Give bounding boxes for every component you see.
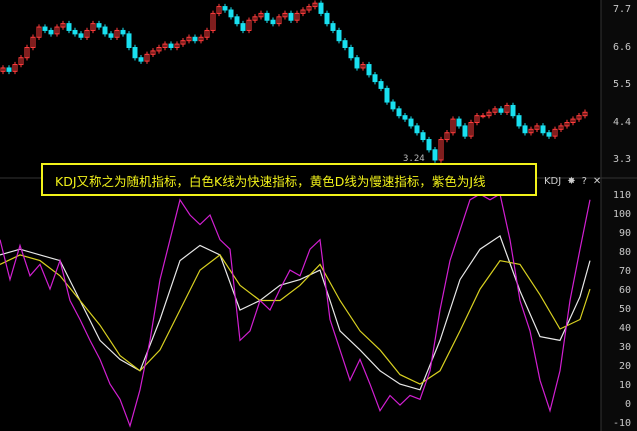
candle-down [510,104,516,117]
price-tick-label: 5.5 [612,79,631,90]
candle-down [384,87,390,103]
candle-down [318,2,324,14]
candle-down [408,118,414,127]
candle-down [48,29,54,35]
stock-chart [0,0,637,431]
candle-down [228,9,234,18]
kdj-tick-label: 80 [618,247,631,258]
candle-down [522,125,528,134]
kdj-tick-label: 50 [618,304,631,315]
kdj-tick-label: 60 [618,285,631,296]
candle-down [78,33,84,38]
candle-down [420,132,426,141]
gear-icon[interactable]: ✸ [567,176,575,187]
kdj-tick-label: 100 [612,209,631,220]
candle-down [348,47,354,59]
candle-down [72,29,78,35]
candle-down [96,23,102,28]
kdj-tick-label: 90 [618,228,631,239]
help-icon[interactable]: ? [582,176,587,187]
candle-down [396,108,402,117]
candle-down [132,47,138,59]
series-k-line [0,234,591,391]
candle-down [462,125,468,137]
candle-down [378,81,384,89]
candle-down [402,115,408,120]
candle-down [342,40,348,49]
candle-down [234,16,240,25]
price-tick-label: 3.3 [612,154,631,165]
candle-down [366,64,372,76]
candle-down [330,23,336,31]
candle-down [270,19,276,25]
indicator-toolbar: KDJ ✸ ? ✕ [544,176,601,187]
candle-down [432,149,438,161]
candle-down [336,29,342,42]
kdj-tick-label: 40 [618,323,631,334]
candle-down [456,118,462,127]
candle-down [126,33,132,48]
kdj-tick-label: 10 [618,380,631,391]
candle-down [120,29,126,35]
kdj-tooltip: KDJ又称之为随机指标，白色K线为快速指标，黄色D线为慢速指标，紫色为J线 [41,163,537,196]
kdj-tick-label: 30 [618,342,631,353]
candle-down [6,67,12,72]
candle-down [498,108,504,113]
candle-down [222,6,228,11]
candle-down [540,125,546,134]
candle-down [546,132,552,137]
candle-down [168,43,174,48]
candle-down [390,101,396,110]
price-tick-label: 4.4 [612,116,631,128]
candle-down [354,57,360,69]
candle-up [480,115,486,118]
candle-down [138,57,144,62]
candle-down [516,115,522,127]
candle-down [66,23,72,31]
candle-down [102,26,108,35]
kdj-tick-label: -10 [612,418,631,429]
close-icon[interactable]: ✕ [593,176,601,187]
candle-down [192,36,198,42]
candle-down [108,33,114,38]
candle-down [426,139,432,151]
candle-down [372,74,378,83]
series-d-line [0,254,591,385]
kdj-tick-label: 70 [618,266,631,277]
candle-down [324,12,330,25]
candle-down [42,26,48,31]
kdj-tick-label: 0 [624,399,631,410]
price-tick-label: 6.6 [612,41,631,53]
kdj-tick-label: 20 [618,361,631,372]
series-j-line [0,193,591,428]
candle-down [240,23,246,31]
candle-down [264,12,270,21]
price-tick-label: 7.7 [612,4,631,15]
candle-down [288,12,294,21]
candle-down [414,125,420,134]
kdj-tick-label: 110 [612,190,631,201]
indicator-name[interactable]: KDJ [544,176,561,187]
